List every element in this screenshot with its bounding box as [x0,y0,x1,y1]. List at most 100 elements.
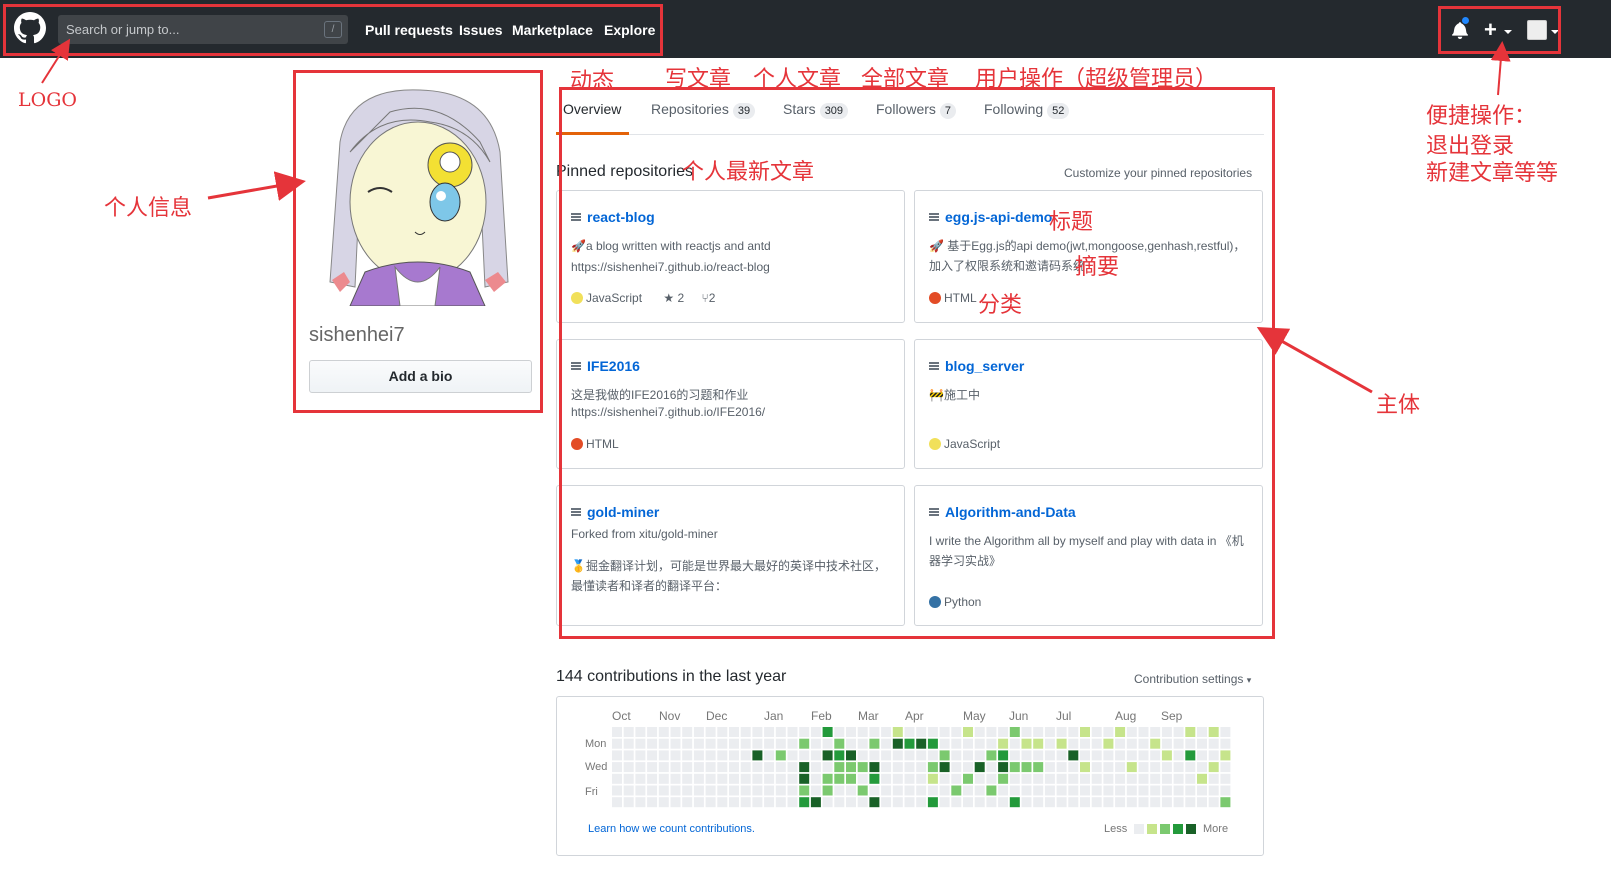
contribution-day[interactable] [834,797,845,808]
contribution-day[interactable] [623,738,634,749]
learn-contributions-link[interactable]: Learn how we count contributions. [588,823,755,835]
contribution-day[interactable] [974,762,985,773]
contribution-day[interactable] [764,750,775,761]
contribution-day[interactable] [1126,750,1137,761]
contribution-day[interactable] [717,773,728,784]
contribution-day[interactable] [1161,738,1172,749]
contribution-day[interactable] [1173,727,1184,737]
contribution-day[interactable] [612,738,622,749]
contribution-day[interactable] [752,727,763,737]
contribution-day[interactable] [670,727,681,737]
contribution-day[interactable] [1033,738,1044,749]
contribution-day[interactable] [869,785,880,796]
contribution-day[interactable] [846,797,856,808]
contribution-day[interactable] [881,797,892,808]
contribution-day[interactable] [1161,727,1172,737]
contribution-day[interactable] [670,797,681,808]
contribution-day[interactable] [810,762,821,773]
contribution-day[interactable] [869,738,880,749]
contribution-day[interactable] [1021,773,1032,784]
contribution-day[interactable] [939,738,950,749]
contribution-day[interactable] [822,797,833,808]
contribution-day[interactable] [1091,727,1102,737]
contribution-settings-dropdown[interactable]: Contribution settings ▾ [1134,672,1251,686]
contribution-day[interactable] [1126,785,1137,796]
contribution-day[interactable] [1126,738,1137,749]
contribution-day[interactable] [951,797,962,808]
contribution-day[interactable] [612,762,622,773]
contribution-day[interactable] [1197,785,1207,796]
contribution-day[interactable] [857,727,868,737]
contribution-day[interactable] [939,750,950,761]
contribution-day[interactable] [1138,773,1149,784]
contribution-day[interactable] [1208,762,1219,773]
contribution-day[interactable] [682,785,693,796]
contribution-day[interactable] [1044,773,1055,784]
contribution-day[interactable] [717,762,728,773]
contribution-day[interactable] [1197,762,1207,773]
contribution-day[interactable] [1103,727,1114,737]
contribution-day[interactable] [1091,773,1102,784]
contribution-day[interactable] [740,785,751,796]
contribution-day[interactable] [775,762,786,773]
contribution-day[interactable] [1197,727,1207,737]
contribution-day[interactable] [974,727,985,737]
contribution-day[interactable] [787,797,798,808]
contribution-day[interactable] [1091,785,1102,796]
contribution-day[interactable] [1150,785,1161,796]
contribution-day[interactable] [986,762,997,773]
contribution-day[interactable] [623,762,634,773]
contribution-day[interactable] [869,773,880,784]
contribution-day[interactable] [787,785,798,796]
contribution-day[interactable] [740,797,751,808]
contribution-day[interactable] [1056,727,1067,737]
contribution-day[interactable] [1044,785,1055,796]
contribution-day[interactable] [810,785,821,796]
contribution-day[interactable] [647,738,658,749]
contribution-day[interactable] [1161,773,1172,784]
contribution-day[interactable] [670,773,681,784]
contribution-day[interactable] [1208,738,1219,749]
contribution-day[interactable] [717,738,728,749]
contribution-day[interactable] [799,773,810,784]
contribution-day[interactable] [810,750,821,761]
contribution-day[interactable] [799,762,810,773]
contribution-day[interactable] [998,762,1009,773]
contribution-day[interactable] [927,738,938,749]
contribution-day[interactable] [963,727,973,737]
contribution-day[interactable] [693,762,704,773]
contribution-day[interactable] [764,727,775,737]
contribution-day[interactable] [1033,797,1044,808]
contribution-day[interactable] [729,773,739,784]
contribution-day[interactable] [1138,797,1149,808]
contribution-day[interactable] [951,727,962,737]
contribution-day[interactable] [1185,727,1196,737]
contribution-day[interactable] [635,797,646,808]
contribution-day[interactable] [740,738,751,749]
contribution-day[interactable] [752,797,763,808]
contribution-day[interactable] [775,797,786,808]
contribution-day[interactable] [986,727,997,737]
contribution-day[interactable] [1044,762,1055,773]
contribution-day[interactable] [1138,738,1149,749]
contribution-day[interactable] [1091,762,1102,773]
contribution-day[interactable] [752,762,763,773]
contribution-day[interactable] [881,750,892,761]
contribution-day[interactable] [846,750,856,761]
contribution-day[interactable] [1080,773,1090,784]
contribution-day[interactable] [1173,785,1184,796]
contribution-day[interactable] [1009,762,1020,773]
contribution-day[interactable] [1150,727,1161,737]
contribution-day[interactable] [764,797,775,808]
contribution-day[interactable] [822,762,833,773]
contribution-day[interactable] [1185,738,1196,749]
contribution-day[interactable] [729,750,739,761]
contribution-day[interactable] [1115,773,1126,784]
contribution-day[interactable] [1103,797,1114,808]
contribution-day[interactable] [1208,773,1219,784]
contribution-day[interactable] [904,727,915,737]
contribution-day[interactable] [1208,785,1219,796]
contribution-day[interactable] [799,750,810,761]
contribution-day[interactable] [822,727,833,737]
contribution-day[interactable] [693,785,704,796]
